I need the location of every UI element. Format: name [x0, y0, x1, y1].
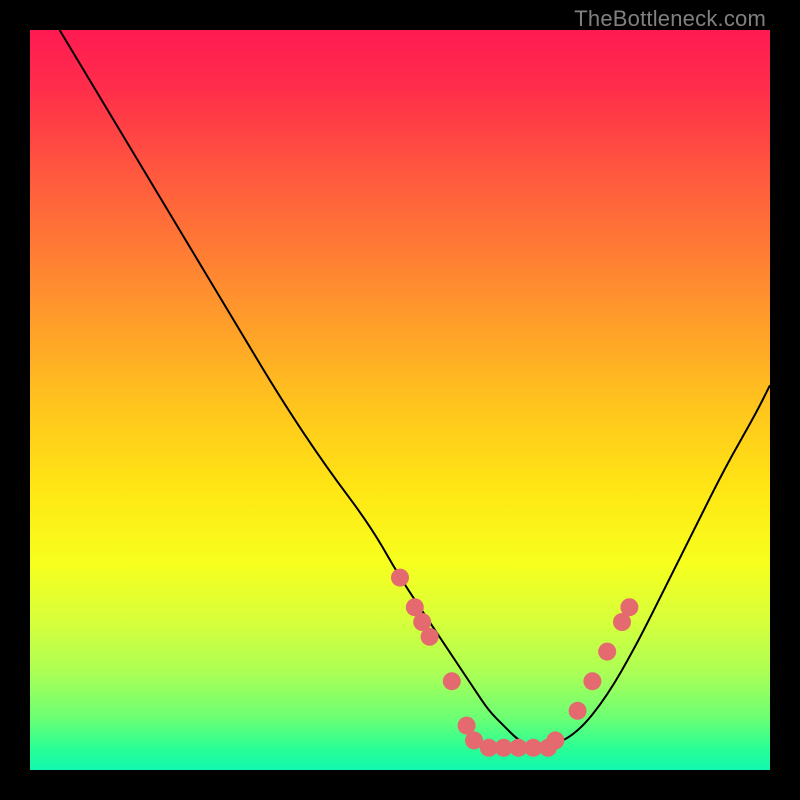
watermark-text: TheBottleneck.com: [574, 6, 766, 32]
sample-point: [620, 598, 638, 616]
bottleneck-curve: [60, 30, 770, 748]
sample-point: [583, 672, 601, 690]
sample-point: [391, 569, 409, 587]
sample-point: [569, 702, 587, 720]
sample-point: [546, 731, 564, 749]
sample-point: [598, 643, 616, 661]
curve-svg: [30, 30, 770, 770]
plot-area: [30, 30, 770, 770]
chart-frame: TheBottleneck.com: [0, 0, 800, 800]
sample-point: [443, 672, 461, 690]
sample-point: [421, 628, 439, 646]
